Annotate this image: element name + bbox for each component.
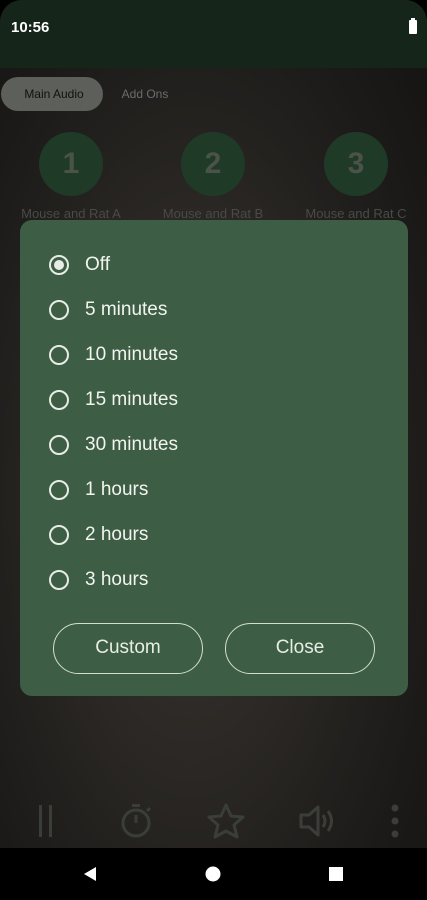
radio-icon[interactable] bbox=[49, 300, 69, 320]
screen: 10:56 Main Audio Add Ons 1 Mouse and Rat… bbox=[0, 0, 427, 900]
option-label: 10 minutes bbox=[85, 344, 178, 365]
timer-option-30-minutes[interactable]: 30 minutes bbox=[49, 430, 178, 460]
radio-icon[interactable] bbox=[49, 525, 69, 545]
bottom-toolbar bbox=[0, 795, 427, 847]
timer-icon[interactable] bbox=[118, 803, 154, 844]
sound-item-2[interactable]: 2 Mouse and Rat B bbox=[142, 128, 284, 221]
timer-option-5-minutes[interactable]: 5 minutes bbox=[49, 295, 167, 325]
radio-icon[interactable] bbox=[49, 435, 69, 455]
option-label: 15 minutes bbox=[85, 389, 178, 410]
nav-recents-icon[interactable] bbox=[329, 866, 343, 887]
sound-number-badge: 1 bbox=[39, 132, 103, 196]
option-label: 1 hours bbox=[85, 479, 149, 500]
timer-option-off[interactable]: Off bbox=[49, 250, 110, 280]
nav-home-icon[interactable] bbox=[205, 866, 221, 887]
sound-label: Mouse and Rat B bbox=[162, 206, 264, 221]
status-bar: 10:56 bbox=[0, 0, 427, 68]
radio-icon[interactable] bbox=[49, 390, 69, 410]
radio-icon[interactable] bbox=[49, 345, 69, 365]
timer-option-3-hours[interactable]: 3 hours bbox=[49, 565, 148, 595]
nav-back-icon[interactable] bbox=[82, 866, 98, 887]
timer-option-10-minutes[interactable]: 10 minutes bbox=[49, 340, 178, 370]
radio-checked-icon[interactable] bbox=[49, 255, 69, 275]
system-nav-bar bbox=[0, 848, 427, 900]
option-label: 3 hours bbox=[85, 569, 149, 590]
sound-number-badge: 2 bbox=[181, 132, 245, 196]
sound-label: Mouse and Rat C bbox=[305, 206, 407, 221]
star-icon[interactable] bbox=[207, 803, 245, 844]
option-label: 2 hours bbox=[85, 524, 149, 545]
tab-main-audio[interactable]: Main Audio bbox=[1, 77, 103, 111]
sleep-timer-dialog: Off 5 minutes 10 minutes 15 minutes 30 m… bbox=[20, 220, 408, 696]
radio-icon[interactable] bbox=[49, 570, 69, 590]
timer-option-15-minutes[interactable]: 15 minutes bbox=[49, 385, 178, 415]
custom-button[interactable]: Custom bbox=[53, 623, 203, 674]
option-label: Off bbox=[85, 254, 110, 275]
sound-number-badge: 3 bbox=[324, 132, 388, 196]
status-time: 10:56 bbox=[11, 19, 50, 36]
option-label: 30 minutes bbox=[85, 434, 178, 455]
battery-icon bbox=[409, 18, 417, 34]
timer-option-2-hours[interactable]: 2 hours bbox=[49, 520, 148, 550]
close-button[interactable]: Close bbox=[225, 623, 375, 674]
tab-bar: Main Audio Add Ons bbox=[0, 77, 427, 111]
timer-option-1-hours[interactable]: 1 hours bbox=[49, 475, 148, 505]
tab-add-ons[interactable]: Add Ons bbox=[110, 77, 180, 111]
sound-item-3[interactable]: 3 Mouse and Rat C bbox=[285, 128, 427, 221]
option-label: 5 minutes bbox=[85, 299, 168, 320]
volume-icon[interactable] bbox=[298, 803, 338, 844]
sound-item-1[interactable]: 1 Mouse and Rat A bbox=[0, 128, 142, 221]
radio-icon[interactable] bbox=[49, 480, 69, 500]
pause-icon[interactable] bbox=[36, 803, 56, 844]
sound-label: Mouse and Rat A bbox=[21, 206, 121, 221]
more-vertical-icon[interactable] bbox=[389, 803, 401, 844]
